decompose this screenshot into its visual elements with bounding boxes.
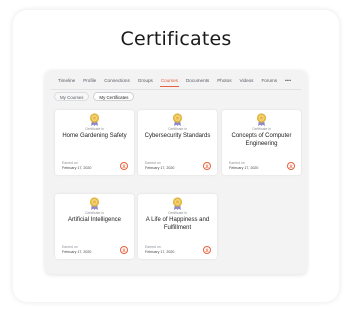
earned-label: Earned on [145, 245, 161, 249]
download-icon [122, 164, 126, 168]
certificate-label: Certificate in [85, 127, 104, 131]
certificate-card[interactable]: Certificate in Artificial Intelligence Ear… [55, 194, 134, 259]
download-icon [205, 164, 209, 168]
page-title: Certificates [120, 28, 232, 50]
subtab-my-courses[interactable]: My Courses [54, 92, 90, 101]
certificate-title: Artificial Intelligence [67, 217, 122, 223]
download-icon [289, 164, 293, 168]
certificate-card[interactable]: Certificate in A Life of Happiness and Fu… [138, 194, 217, 259]
certificate-label: Certificate in [252, 127, 271, 131]
certificate-title: Home Gardening Safety [62, 133, 127, 139]
certificate-label: Certificate in [168, 127, 187, 131]
certificate-card[interactable]: Certificate in Concepts of Computer Engin… [222, 110, 301, 175]
earned-label: Earned on [62, 245, 78, 249]
award-badge-icon [89, 197, 100, 210]
download-icon [205, 248, 209, 252]
certificate-title: A Life of Happiness and Fulfillment [145, 217, 210, 231]
earned-date: February 17, 2020 [62, 250, 92, 254]
download-button[interactable] [120, 246, 128, 254]
earned-label: Earned on [62, 161, 78, 165]
download-icon [122, 248, 126, 252]
earned-label: Earned on [145, 161, 161, 165]
certificate-label: Certificate in [85, 211, 104, 215]
certificate-label: Certificate in [168, 211, 187, 215]
earned-label: Earned on [229, 161, 245, 165]
subtab-my-certificates[interactable]: My Certificates [93, 92, 135, 101]
certificate-title: Cybersecurity Standards [144, 133, 211, 139]
earned-date: February 17, 2020 [145, 250, 175, 254]
earned-date: February 17, 2020 [229, 166, 259, 170]
award-badge-icon [172, 197, 183, 210]
earned-date: February 17, 2020 [145, 166, 175, 170]
download-button[interactable] [120, 162, 128, 170]
award-badge-icon [172, 113, 183, 126]
download-button[interactable] [203, 162, 211, 170]
download-button[interactable] [287, 162, 295, 170]
certificate-card[interactable]: Certificate in Home Gardening Safety Earne… [55, 110, 134, 175]
award-badge-icon [89, 113, 100, 126]
certificate-title: Concepts of Computer Engineering [231, 133, 292, 147]
nav-divider [51, 89, 301, 90]
download-button[interactable] [203, 246, 211, 254]
earned-date: February 17, 2020 [62, 166, 92, 170]
award-badge-icon [256, 113, 267, 126]
certificate-card[interactable]: Certificate in Cybersecurity Standards Ear… [138, 110, 217, 175]
profile-panel: Timeline Profile Connections Groups Cour… [45, 70, 307, 274]
course-subtabs: My Courses My Certificates [54, 92, 135, 101]
